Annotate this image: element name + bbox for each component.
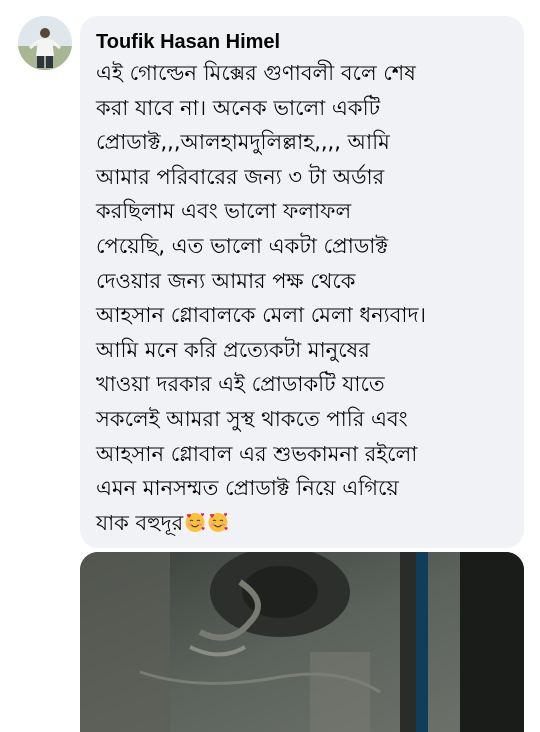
avatar-photo: [18, 16, 72, 70]
avatar[interactable]: [18, 16, 72, 70]
comment-photo-image: [80, 552, 524, 732]
smiling-face-with-hearts-icon: [208, 512, 228, 532]
comment-text: এই গোল্ডেন মিক্সের গুণাবলী বলে শেষ করা য…: [96, 61, 427, 535]
comment-photo[interactable]: [80, 552, 524, 732]
comment-body: এই গোল্ডেন মিক্সের গুণাবলী বলে শেষ করা য…: [96, 56, 510, 540]
comment-author-name[interactable]: Toufik Hasan Himel: [96, 28, 510, 56]
smiling-face-with-hearts-icon: [185, 512, 205, 532]
comment-bubble: Toufik Hasan Himel এই গোল্ডেন মিক্সের গু…: [80, 16, 524, 548]
